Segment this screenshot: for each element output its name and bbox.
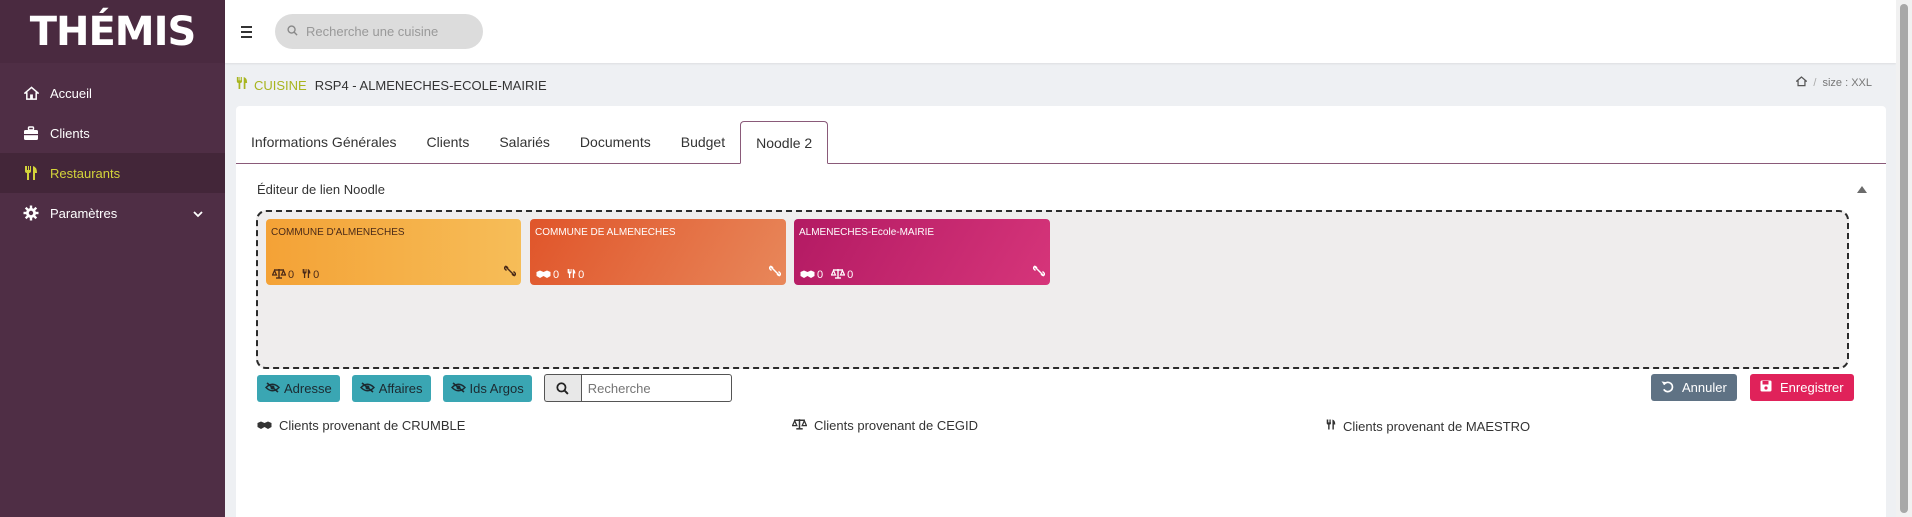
sidebar: THÉMIS Accueil Clients Restaurants Param… [0,0,225,517]
cuisine-search[interactable] [275,14,483,49]
legend-crumble-label: Clients provenant de CRUMBLE [279,418,466,433]
noodle-node[interactable]: COMMUNE D'ALMENECHES 0 0 [266,219,521,285]
scale-icon [830,268,846,282]
cutlery-icon [567,268,576,282]
handshake-icon [800,269,815,282]
node-stats: 0 0 [800,268,857,282]
legend-maestro-label: Clients provenant de MAESTRO [1343,418,1531,434]
page-title: RSP4 - ALMENECHES-ECOLE-MAIRIE [314,77,547,93]
breadcrumb-size: size : XXL [1822,77,1872,89]
toggle-argos-button[interactable]: Ids Argos [442,374,532,402]
tab-salaries[interactable]: Salariés [484,120,565,163]
scale-icon [271,268,287,282]
handshake-icon [536,269,551,282]
legend-crumble: Clients provenant de CRUMBLE [257,418,465,433]
node-stat-value: 0 [553,269,560,281]
node-title: COMMUNE D'ALMENECHES [271,227,405,238]
toggle-affairs-label: Affaires [378,380,423,396]
tab-clients[interactable]: Clients [412,120,485,163]
node-title: COMMUNE DE ALMENECHES [535,227,676,238]
legend-maestro: Clients provenant de MAESTRO [1326,418,1530,434]
node-stat-value: 0 [817,269,824,281]
collapse-icon[interactable] [1857,186,1867,193]
noodle-node[interactable]: ALMENECHES-Ecole-MAIRIE 0 0 [794,219,1050,285]
eye-slash-icon [265,381,280,396]
sidebar-item-label: Accueil [50,85,92,101]
unlink-icon[interactable] [503,264,517,282]
sidebar-item-accueil[interactable]: Accueil [0,73,225,113]
toggle-affairs-button[interactable]: Affaires [351,374,431,402]
editor-title: Éditeur de lien Noodle [257,182,385,197]
chevron-down-icon [193,206,203,221]
floppy-icon [1760,380,1772,395]
cutlery-icon [1326,418,1336,434]
legend-cegid: Clients provenant de CEGID [791,418,979,433]
gear-icon [22,204,40,222]
handshake-icon [257,418,272,433]
sidebar-item-clients[interactable]: Clients [0,113,225,153]
node-stat-value: 0 [578,269,585,281]
toggle-argos-label: Ids Argos [469,380,524,396]
page-header: CUISINE RSP4 - ALMENECHES-ECOLE-MAIRIE /… [236,76,1872,94]
scrollbar[interactable] [1896,0,1912,517]
sidebar-item-parametres[interactable]: Paramètres [0,193,225,233]
eye-slash-icon [359,381,375,396]
node-search [543,374,732,402]
tab-bar: Informations Générales Clients Salariés … [236,121,1886,164]
sidebar-item-label: Clients [50,125,90,141]
cancel-button[interactable]: Annuler [1651,374,1737,401]
main-card: Informations Générales Clients Salariés … [236,106,1886,517]
briefcase-icon [22,124,40,142]
unlink-icon[interactable] [1032,264,1046,282]
home-icon [22,84,40,102]
tab-budget[interactable]: Budget [666,120,740,163]
toggle-address-label: Adresse [284,380,332,396]
save-label: Enregistrer [1780,380,1844,395]
search-icon[interactable] [543,374,581,402]
sidebar-item-label: Paramètres [50,205,118,221]
filter-bar: Adresse Affaires Ids Argos [257,374,732,402]
scrollbar-thumb[interactable] [1900,4,1908,513]
node-stat-value: 0 [313,269,320,281]
cutlery-icon [236,76,248,95]
sidebar-nav: Accueil Clients Restaurants Paramètres [0,73,225,233]
eye-slash-icon [450,381,466,396]
unlink-icon[interactable] [768,264,782,282]
breadcrumb: / size : XXL [1795,76,1872,90]
page-section-label: CUISINE [254,77,307,93]
home-icon[interactable] [1795,76,1809,90]
node-stat-value: 0 [847,269,854,281]
noodle-node[interactable]: COMMUNE DE ALMENECHES 0 0 [530,219,786,285]
topbar [225,0,1896,63]
logo-area: THÉMIS [0,0,225,63]
breadcrumb-separator: / [1813,77,1817,89]
node-search-input[interactable] [580,374,732,402]
cuisine-search-input[interactable] [306,24,466,39]
search-icon [287,23,298,41]
cancel-label: Annuler [1682,380,1727,395]
toggle-address-button[interactable]: Adresse [257,374,340,402]
cutlery-icon [22,164,40,182]
tab-noodle-2[interactable]: Noodle 2 [740,121,829,164]
tab-informations-generales[interactable]: Informations Générales [236,120,412,163]
node-stats: 0 0 [271,268,323,282]
logo: THÉMIS [29,8,197,55]
sidebar-item-restaurants[interactable]: Restaurants [0,153,225,193]
menu-icon[interactable] [241,23,261,41]
node-stat-value: 0 [288,269,295,281]
tab-documents[interactable]: Documents [565,120,666,163]
node-stats: 0 0 [536,268,588,282]
undo-icon [1661,380,1674,396]
cutlery-icon [302,268,311,282]
save-button[interactable]: Enregistrer [1750,374,1854,401]
sidebar-item-label: Restaurants [50,165,121,181]
node-title: ALMENECHES-Ecole-MAIRIE [799,227,935,238]
scale-icon [791,418,808,433]
legend-cegid-label: Clients provenant de CEGID [814,418,979,433]
